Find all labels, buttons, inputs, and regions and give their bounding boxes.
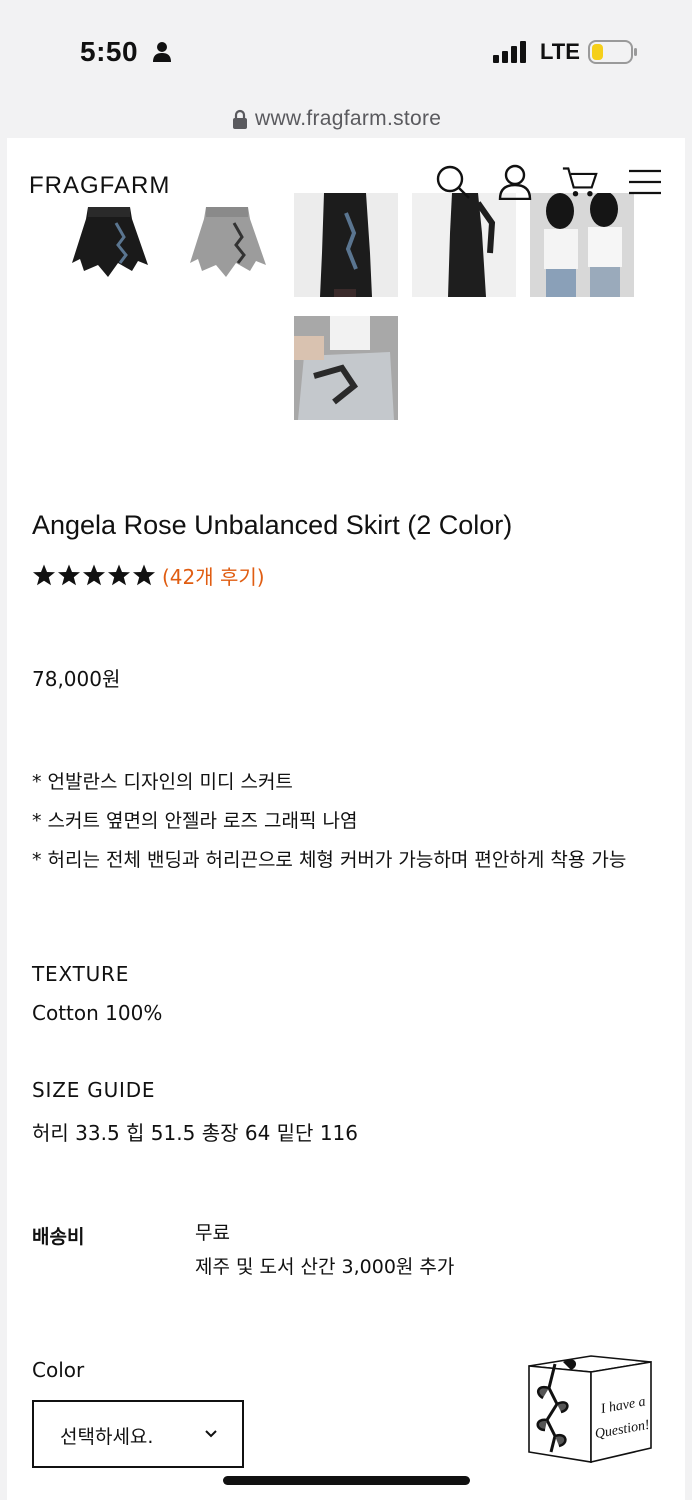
account-icon[interactable] bbox=[497, 164, 533, 200]
model-photo-image bbox=[294, 316, 398, 420]
color-select[interactable]: 선택하세요. bbox=[32, 1400, 244, 1468]
product-thumbnail[interactable] bbox=[294, 316, 398, 420]
star-icon bbox=[133, 564, 155, 586]
product-title: Angela Rose Unbalanced Skirt (2 Color) bbox=[32, 510, 513, 540]
shipping-info: 무료 제주 및 도서 산간 3,000원 추가 bbox=[195, 1216, 454, 1284]
rating-stars bbox=[32, 563, 156, 587]
search-icon[interactable] bbox=[435, 164, 471, 200]
product-gallery: FRAGFARM bbox=[7, 138, 685, 428]
home-indicator[interactable] bbox=[223, 1476, 470, 1485]
site-logo[interactable]: FRAGFARM bbox=[29, 172, 170, 200]
web-page: FRAGFARM Angela Rose Unbalanced Skirt (2… bbox=[7, 138, 685, 1500]
status-time: 5:50 bbox=[80, 36, 139, 67]
model-photo-image bbox=[412, 193, 516, 297]
product-thumbnail[interactable] bbox=[176, 193, 280, 297]
url-text: www.fragfarm.store bbox=[255, 107, 442, 130]
gray-skirt-image bbox=[190, 207, 266, 277]
network-label: LTE bbox=[540, 39, 580, 64]
question-box-button[interactable]: I have a Question! bbox=[519, 1348, 657, 1468]
shipping-label: 배송비 bbox=[32, 1226, 85, 1248]
size-guide-heading: SIZE GUIDE bbox=[32, 1078, 156, 1102]
address-bar[interactable]: www.fragfarm.store bbox=[0, 100, 692, 138]
site-header: FRAGFARM bbox=[7, 164, 685, 208]
product-thumbnail[interactable] bbox=[58, 193, 162, 297]
color-select-value: 선택하세요. bbox=[60, 1426, 154, 1448]
status-bar: 5:50 LTE bbox=[0, 0, 692, 100]
description-line: * 허리는 전체 밴딩과 허리끈으로 체형 커버가 가능하며 편안하게 착용 가… bbox=[32, 849, 627, 871]
lock-icon bbox=[233, 109, 247, 129]
chevron-down-icon bbox=[205, 1430, 217, 1438]
star-icon bbox=[33, 564, 55, 586]
shipping-note: 제주 및 도서 산간 3,000원 추가 bbox=[195, 1256, 455, 1278]
texture-value: Cotton 100% bbox=[32, 1001, 163, 1025]
product-thumbnail[interactable] bbox=[412, 193, 516, 297]
product-thumbnail[interactable] bbox=[294, 193, 398, 297]
product-description: * 언발란스 디자인의 미디 스커트 * 스커트 옆면의 안젤라 로즈 그래픽 … bbox=[32, 763, 662, 880]
menu-icon[interactable] bbox=[627, 164, 663, 200]
cart-icon[interactable] bbox=[562, 164, 598, 200]
star-icon bbox=[83, 564, 105, 586]
person-icon bbox=[153, 42, 171, 62]
color-option-label: Color bbox=[32, 1358, 85, 1382]
product-rating[interactable]: (42개 후기) bbox=[32, 561, 265, 589]
star-icon bbox=[58, 564, 80, 586]
model-photo-image bbox=[294, 193, 398, 297]
product-price: 78,000원 bbox=[32, 667, 121, 691]
star-icon bbox=[108, 564, 130, 586]
signal-icon bbox=[493, 41, 526, 63]
review-count-link[interactable]: (42개 후기) bbox=[162, 561, 265, 590]
battery-icon bbox=[588, 40, 637, 64]
model-photo-image bbox=[530, 193, 634, 297]
product-thumbnail[interactable] bbox=[530, 193, 634, 297]
description-line: * 스커트 옆면의 안젤라 로즈 그래픽 나염 bbox=[32, 810, 358, 832]
size-guide-value: 허리 33.5 힙 51.5 총장 64 밑단 116 bbox=[32, 1121, 358, 1145]
shipping-fee: 무료 bbox=[195, 1222, 230, 1244]
black-skirt-image bbox=[72, 207, 148, 277]
question-box-icon: I have a Question! bbox=[528, 1355, 652, 1464]
texture-heading: TEXTURE bbox=[32, 962, 130, 986]
description-line: * 언발란스 디자인의 미디 스커트 bbox=[32, 771, 293, 793]
